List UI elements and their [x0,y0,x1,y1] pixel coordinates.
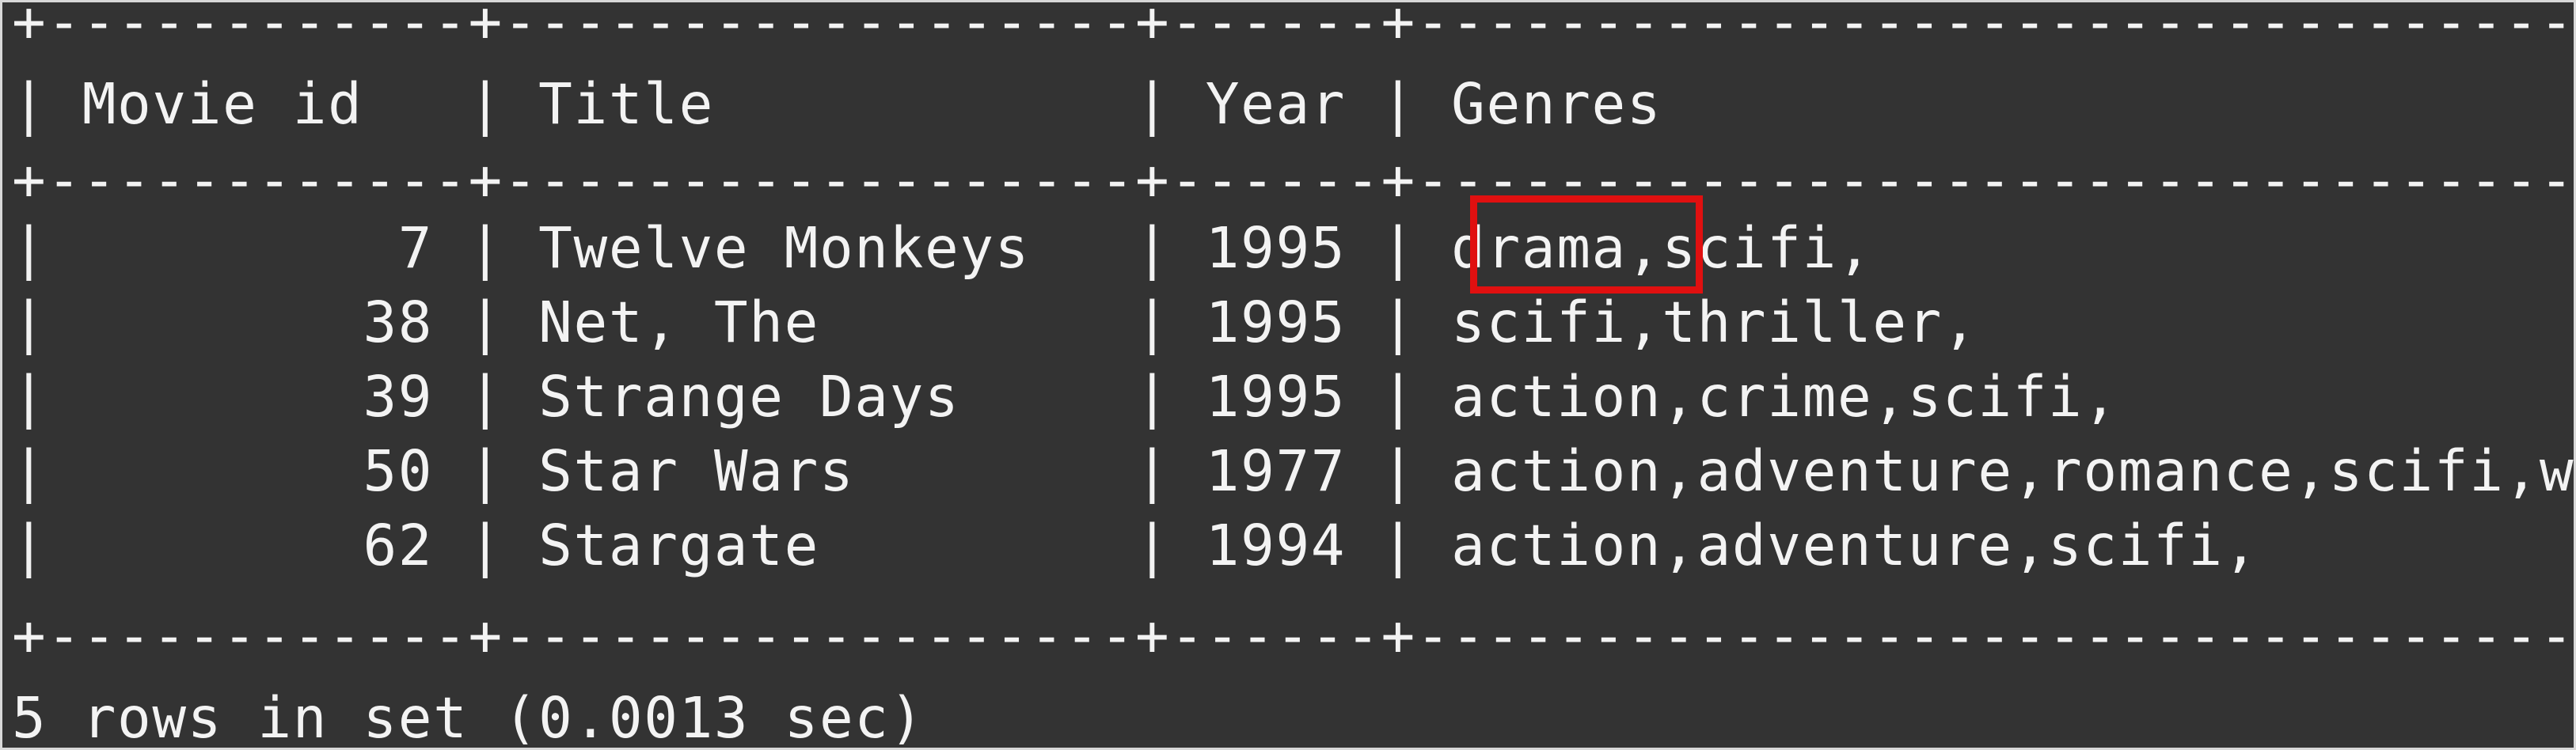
table-row: | 7 | Twelve Monkeys | 1995 | drama,scif… [12,215,1873,281]
table-border-bottom: +------------+------------------+------+… [12,603,2576,669]
terminal-window: +------------+------------------+------+… [0,0,2576,750]
table-row: | 62 | Stargate | 1994 | action,adventur… [12,513,2259,578]
table-border-top: +------------+------------------+------+… [12,0,2576,55]
table-row: | 39 | Strange Days | 1995 | action,crim… [12,364,2118,430]
table-header-row: | Movie id | Title | Year | Genres | [12,71,1662,137]
table-border-header: +------------+------------------+------+… [12,147,2576,213]
table-row: | 50 | Star Wars | 1977 | action,adventu… [12,438,2576,504]
result-status: 5 rows in set (0.0013 sec) [12,685,925,750]
table-row: | 38 | Net, The | 1995 | scifi,thriller,… [12,290,1978,355]
